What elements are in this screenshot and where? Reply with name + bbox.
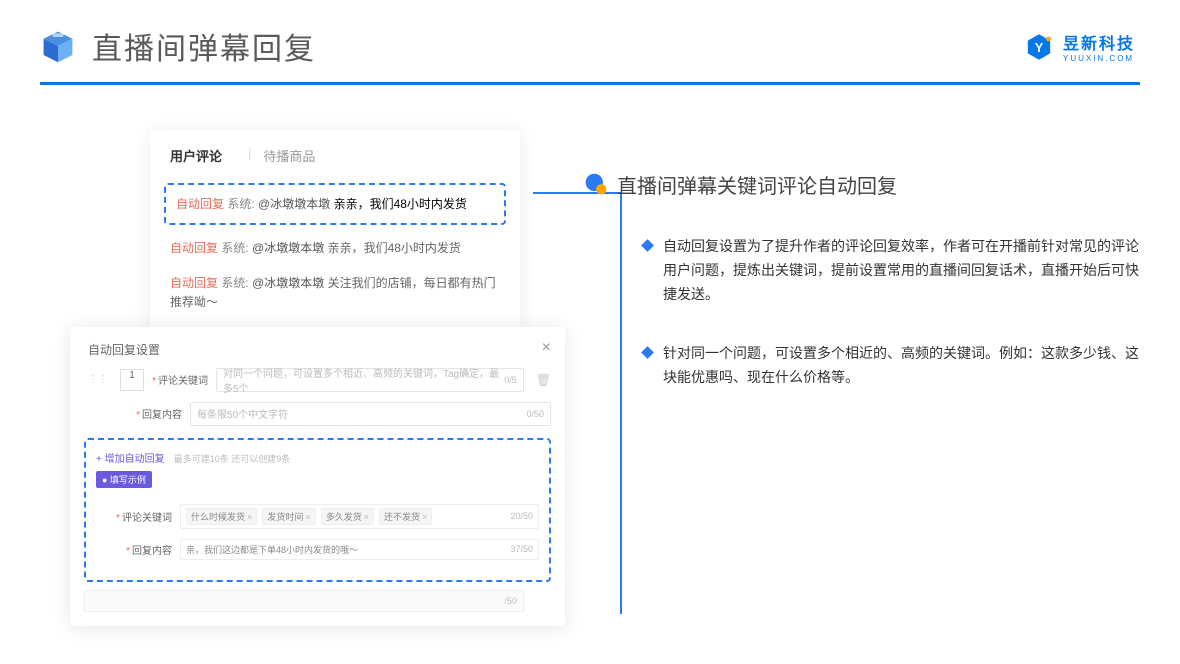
- tag-item[interactable]: 还不发货×: [379, 508, 432, 525]
- char-counter: 0/5: [504, 375, 517, 385]
- keyword-label: *评论关键词: [152, 372, 208, 387]
- tag-item[interactable]: 发货时间×: [262, 508, 315, 525]
- comment-item: 自动回复 系统: @冰墩墩本墩 关注我们的店铺，每日都有热门推荐呦～: [150, 266, 520, 320]
- mention-name: @冰墩墩本墩: [258, 197, 330, 211]
- add-hint: 最多可建10条 还可以创建9条: [174, 454, 291, 464]
- cube-icon: [40, 28, 76, 64]
- page-title: 直播间弹幕回复: [92, 24, 316, 68]
- placeholder-text: 对同一个问题，可设置多个相近、高频的关键词，Tag确定，最多5个: [223, 365, 504, 395]
- char-counter: 20/50: [510, 511, 533, 521]
- comments-card: 用户评论 | 待播商品 自动回复 系统: @冰墩墩本墩 亲亲，我们48小时内发货…: [150, 130, 520, 337]
- example-reply-input[interactable]: 亲，我们这边都是下单48小时内发货的哦～ 37/50: [180, 539, 539, 560]
- comment-item: 自动回复 系统: @冰墩墩本墩 亲亲，我们48小时内发货: [150, 231, 520, 266]
- system-label: 系统:: [221, 241, 248, 255]
- drag-handle-icon[interactable]: ⋮⋮: [84, 374, 112, 385]
- tab-user-comments[interactable]: 用户评论: [170, 146, 222, 165]
- keyword-input[interactable]: 对同一个问题，可设置多个相近、高频的关键词，Tag确定，最多5个 0/5: [216, 368, 524, 392]
- example-keyword-label: *评论关键词: [116, 509, 172, 524]
- settings-title: 自动回复设置: [84, 341, 551, 358]
- example-reply-value: 亲，我们这边都是下单48小时内发货的哦～: [186, 543, 358, 556]
- bullet-point: 自动回复设置为了提升作者的评论回复效率，作者可在开播前针对常见的评论用户问题，提…: [643, 235, 1140, 306]
- tag-item[interactable]: 什么时候发货×: [186, 508, 257, 525]
- diamond-icon: [641, 347, 654, 360]
- settings-card: 自动回复设置 × ⋮⋮ 1 *评论关键词 对同一个问题，可设置多个相近、高频的关…: [70, 327, 565, 626]
- diamond-icon: [641, 239, 654, 252]
- order-input[interactable]: 1: [120, 369, 144, 391]
- bullet-point: 针对同一个问题，可设置多个相近的、高频的关键词。例如：这款多少钱、这块能优惠吗、…: [643, 342, 1140, 390]
- section-title: 直播间弹幕关键词评论自动回复: [583, 170, 1140, 199]
- system-label: 系统:: [221, 276, 248, 290]
- highlighted-comment: 自动回复 系统: @冰墩墩本墩 亲亲，我们48小时内发货: [164, 183, 506, 225]
- close-icon[interactable]: ×: [542, 339, 551, 357]
- char-counter: /50: [504, 596, 517, 606]
- char-counter: 0/50: [526, 409, 544, 419]
- comment-text: 关注我们的店铺，每日都有热门推荐呦～: [170, 276, 496, 309]
- auto-reply-label: 自动回复: [170, 276, 218, 290]
- trash-icon[interactable]: 🗑: [536, 373, 551, 387]
- header-divider: [40, 82, 1140, 85]
- auto-reply-label: 自动回复: [176, 197, 224, 211]
- reply-input[interactable]: 每条限50个中文字符 0/50: [190, 402, 551, 426]
- example-keyword-input[interactable]: 什么时候发货× 发货时间× 多久发货× 还不发货× 20/50: [180, 504, 539, 529]
- tag-item[interactable]: 多久发货×: [321, 508, 374, 525]
- add-reply-link[interactable]: + 增加自动回复: [96, 454, 165, 465]
- mention-name: @冰墩墩本墩: [252, 276, 324, 290]
- char-counter: 37/50: [510, 544, 533, 554]
- comment-text: 亲亲，我们48小时内发货: [328, 241, 461, 255]
- brand-icon: Y: [1023, 31, 1055, 63]
- tab-pending-products[interactable]: 待播商品: [263, 146, 315, 165]
- comment-text: 亲亲，我们48小时内发货: [334, 197, 467, 211]
- brand-name-cn: 昱新科技: [1063, 30, 1135, 54]
- example-badge: ● 填写示例: [96, 471, 152, 488]
- svg-text:Y: Y: [1035, 39, 1044, 54]
- placeholder-text: 每条限50个中文字符: [197, 406, 288, 421]
- auto-reply-label: 自动回复: [170, 241, 218, 255]
- tab-divider: |: [248, 146, 251, 165]
- brand-logo: Y 昱新科技 YUUXIN.COM: [1023, 30, 1135, 63]
- brand-name-en: YUUXIN.COM: [1063, 54, 1135, 63]
- mention-name: @冰墩墩本墩: [252, 241, 324, 255]
- system-label: 系统:: [227, 197, 254, 211]
- reply-label: *回复内容: [126, 406, 182, 421]
- chat-icon: [583, 172, 609, 198]
- example-section: + 增加自动回复 最多可建10条 还可以创建9条 ● 填写示例 *评论关键词 什…: [84, 438, 551, 582]
- example-reply-label: *回复内容: [116, 542, 172, 557]
- extra-input[interactable]: /50: [84, 590, 524, 612]
